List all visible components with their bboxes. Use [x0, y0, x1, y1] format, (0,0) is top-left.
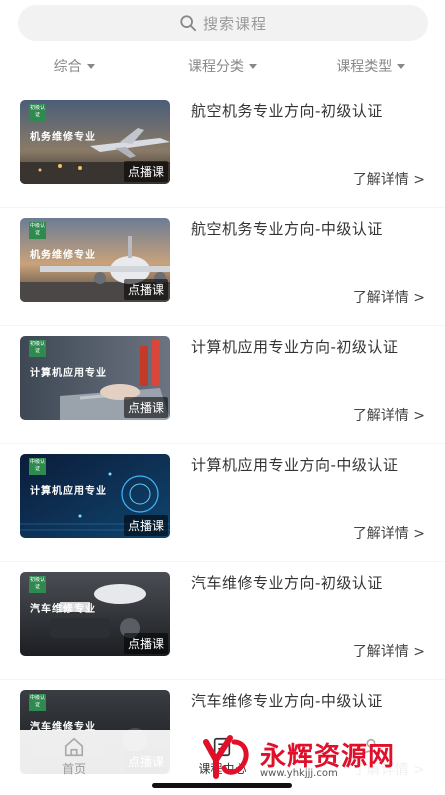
watermark-logo-icon — [203, 735, 249, 779]
course-title[interactable]: 计算机应用专业方向-中级认证 — [191, 454, 416, 476]
caret-down-icon — [86, 63, 95, 69]
search-placeholder: 搜索课程 — [202, 14, 267, 33]
filter-category[interactable]: 课程分类 — [148, 52, 296, 80]
course-type-tag: 点播课 — [123, 161, 168, 182]
course-thumbnail[interactable]: 中级认证 计算机应用专业 点播课 — [20, 454, 170, 538]
filter-sort-label: 综合 — [53, 59, 82, 75]
learn-more-link[interactable]: 了解详情 > — [353, 169, 425, 189]
learn-more-link[interactable]: 了解详情 > — [353, 287, 425, 307]
filter-type-label: 课程类型 — [336, 59, 393, 75]
course-type-tag: 点播课 — [123, 633, 168, 654]
learn-more-link[interactable]: 了解详情 > — [353, 405, 425, 425]
learn-more-link[interactable]: 了解详情 > — [353, 523, 425, 543]
caret-down-icon — [248, 63, 257, 69]
tab-home[interactable]: 首页 — [0, 730, 148, 795]
course-title[interactable]: 计算机应用专业方向-初级认证 — [191, 336, 416, 358]
search-icon — [180, 15, 197, 32]
course-item[interactable]: 中级认证 机务维修专业 点播课 航空机务专业方向-中级认证 了解详情 > — [0, 208, 445, 326]
course-thumbnail[interactable]: 初级认证 汽车维修专业 点播课 — [20, 572, 170, 656]
course-thumbnail[interactable]: 初级认证 机务维修专业 点播课 — [20, 100, 170, 184]
course-title[interactable]: 汽车维修专业方向-初级认证 — [191, 572, 416, 594]
watermark: 永辉资源网 www.yhkjjj.com — [200, 732, 440, 782]
course-title[interactable]: 汽车维修专业方向-中级认证 — [191, 690, 416, 712]
home-indicator — [152, 783, 292, 788]
certification-badge: 初级认证 — [29, 340, 46, 357]
thumbnail-title: 计算机应用专业 — [30, 486, 107, 497]
course-list: 初级认证 机务维修专业 点播课 航空机务专业方向-初级认证 了解详情 > 中级认… — [0, 90, 445, 795]
certification-badge: 初级认证 — [29, 104, 46, 121]
tab-home-label: 首页 — [62, 762, 87, 776]
learn-more-link[interactable]: 了解详情 > — [353, 641, 425, 661]
thumbnail-title: 机务维修专业 — [30, 250, 96, 261]
home-icon — [65, 737, 84, 757]
course-item[interactable]: 初级认证 计算机应用专业 点播课 计算机应用专业方向-初级认证 了解详情 > — [0, 326, 445, 444]
thumbnail-title: 机务维修专业 — [30, 132, 96, 143]
filter-category-label: 课程分类 — [187, 59, 244, 75]
certification-badge: 中级认证 — [29, 222, 46, 239]
course-thumbnail[interactable]: 中级认证 机务维修专业 点播课 — [20, 218, 170, 302]
certification-badge: 中级认证 — [29, 694, 46, 711]
course-title[interactable]: 航空机务专业方向-初级认证 — [191, 100, 416, 122]
thumbnail-title: 计算机应用专业 — [30, 368, 107, 379]
course-title[interactable]: 航空机务专业方向-中级认证 — [191, 218, 416, 240]
thumbnail-title: 汽车维修专业 — [30, 604, 96, 615]
course-type-tag: 点播课 — [123, 515, 168, 536]
certification-badge: 初级认证 — [29, 576, 46, 593]
course-type-tag: 点播课 — [123, 397, 168, 418]
caret-down-icon — [397, 63, 406, 69]
course-type-tag: 点播课 — [123, 279, 168, 300]
filter-bar: 综合 课程分类 课程类型 — [0, 52, 445, 80]
filter-type[interactable]: 课程类型 — [297, 52, 445, 80]
course-thumbnail[interactable]: 初级认证 计算机应用专业 点播课 — [20, 336, 170, 420]
filter-sort[interactable]: 综合 — [0, 52, 148, 80]
course-item[interactable]: 中级认证 计算机应用专业 点播课 计算机应用专业方向-中级认证 了解详情 > — [0, 444, 445, 562]
search-bar[interactable]: 搜索课程 — [18, 5, 428, 41]
course-item[interactable]: 初级认证 机务维修专业 点播课 航空机务专业方向-初级认证 了解详情 > — [0, 90, 445, 208]
watermark-url: www.yhkjjj.com — [260, 768, 338, 779]
course-item[interactable]: 初级认证 汽车维修专业 点播课 汽车维修专业方向-初级认证 了解详情 > — [0, 562, 445, 680]
certification-badge: 中级认证 — [29, 458, 46, 475]
